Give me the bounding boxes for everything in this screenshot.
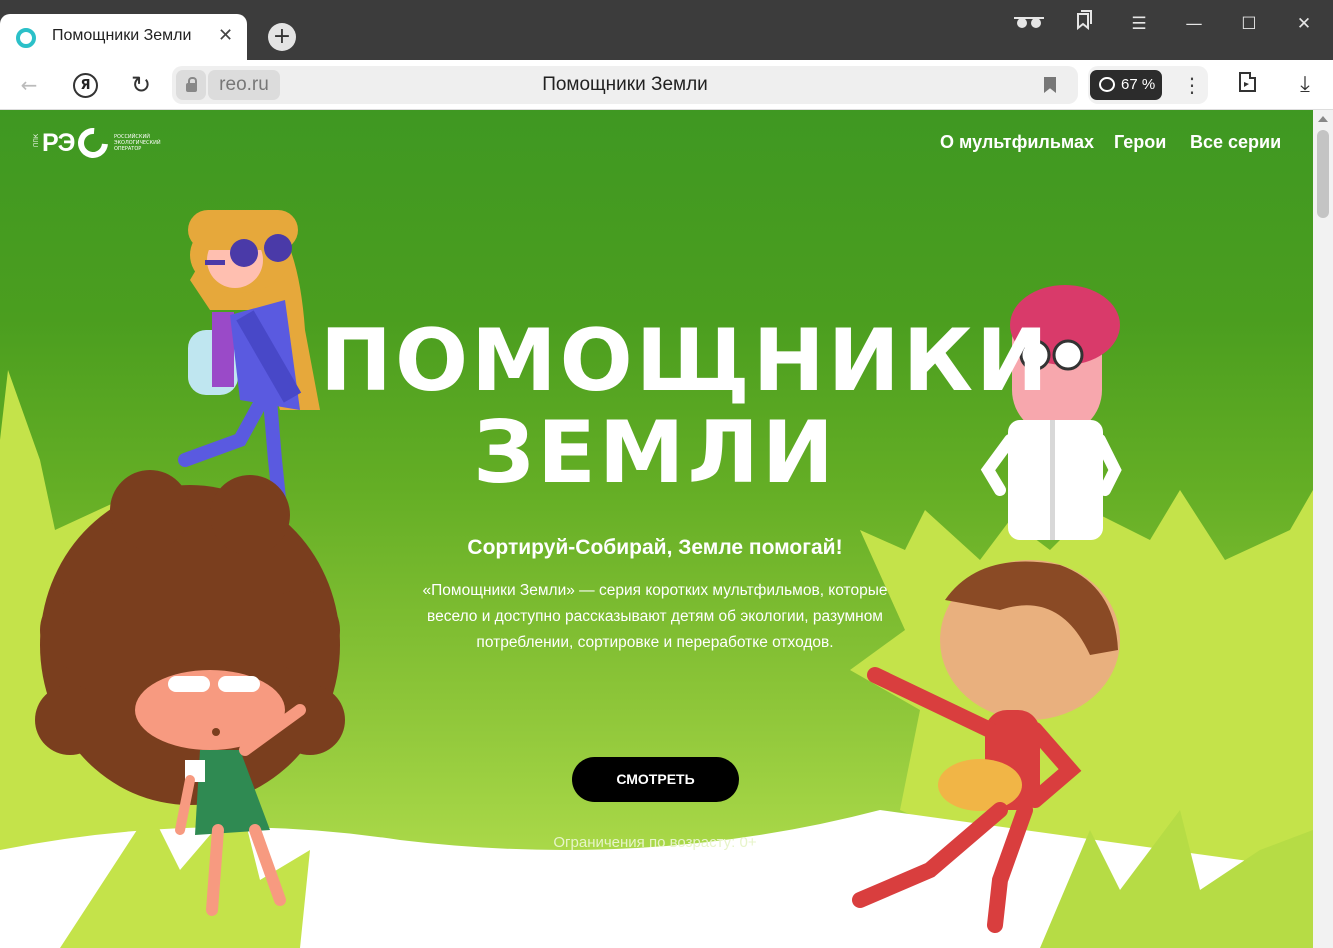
logo-ppk-label: ППК <box>33 133 41 148</box>
girl-character-illustration <box>178 210 320 515</box>
scroll-up-arrow-icon[interactable] <box>1318 116 1328 122</box>
reo-logo[interactable]: ППК РЭ РОССИЙСКИЙ ЭКОЛОГИЧЕСКИЙ ОПЕРАТОР <box>33 121 164 165</box>
nav-heroes[interactable]: Герои <box>1114 132 1166 153</box>
nav-about[interactable]: О мультфильмах <box>940 132 1094 153</box>
scroll-thumb[interactable] <box>1317 130 1329 218</box>
chat-bubble-icon <box>1099 77 1115 92</box>
maximize-icon[interactable]: ☐ <box>1233 10 1265 38</box>
nav-all-episodes[interactable]: Все серии <box>1190 132 1281 153</box>
hero-description: «Помощники Земли» — серия коротких мульт… <box>422 582 888 651</box>
new-tab-button[interactable]: + <box>268 23 296 51</box>
page-content: ППК РЭ РОССИЙСКИЙ ЭКОЛОГИЧЕСКИЙ ОПЕРАТОР… <box>0 110 1313 948</box>
logo-text: РЭ <box>42 129 75 157</box>
site-favicon-icon <box>16 28 36 48</box>
hero-title: ПОМОЩНИКИ ЗЕМЛИ <box>320 311 1051 503</box>
browser-tab[interactable]: Помощники Земли ✕ <box>0 14 247 60</box>
hero-illustration <box>0 210 1313 948</box>
hero-tagline: Сортируй-Собирай, Земле помогай! <box>467 536 843 559</box>
watch-button[interactable]: СМОТРЕТЬ <box>572 757 739 802</box>
logo-ring-icon <box>71 121 115 165</box>
minimize-icon[interactable]: — <box>1178 10 1210 38</box>
close-window-icon[interactable]: ✕ <box>1288 10 1320 38</box>
zoom-level: 67 % <box>1121 76 1156 93</box>
download-icon[interactable]: ⤓ <box>1290 70 1320 100</box>
hero-title-line-1: ПОМОЩНИКИ <box>320 311 1051 411</box>
zoom-control: 67 % ⋮ <box>1088 66 1208 104</box>
extensions-icon[interactable] <box>1232 70 1262 100</box>
reload-icon[interactable]: ↻ <box>126 70 156 100</box>
glasses-icon <box>1014 17 1044 28</box>
browser-tab-strip: Помощники Земли ✕ + ☰ — ☐ ✕ <box>0 0 1333 60</box>
yandex-icon[interactable]: Я <box>73 73 98 98</box>
back-icon[interactable]: ← <box>14 70 44 100</box>
browser-menu-icon[interactable]: ☰ <box>1123 10 1155 38</box>
reader-mode-icon[interactable] <box>1013 10 1045 38</box>
age-rating: Ограничения по возрасту: 0+ <box>553 834 757 851</box>
collections-icon[interactable] <box>1068 10 1100 38</box>
zoom-button[interactable]: 67 % <box>1090 70 1162 100</box>
page-scrollbar[interactable] <box>1313 110 1333 948</box>
address-bar[interactable]: reo.ru Помощники Земли <box>172 66 1078 104</box>
browser-toolbar: ← Я ↻ reo.ru Помощники Земли 67 % ⋮ ⤓ <box>0 60 1333 110</box>
hero-title-line-2: ЗЕМЛИ <box>473 403 837 503</box>
more-menu-icon[interactable]: ⋮ <box>1182 70 1202 100</box>
tab-title: Помощники Земли <box>52 27 192 44</box>
address-page-title: Помощники Земли <box>542 74 708 95</box>
logo-subtitle: РОССИЙСКИЙ ЭКОЛОГИЧЕСКИЙ ОПЕРАТОР <box>114 134 161 152</box>
tab-close-icon[interactable]: ✕ <box>218 25 233 46</box>
